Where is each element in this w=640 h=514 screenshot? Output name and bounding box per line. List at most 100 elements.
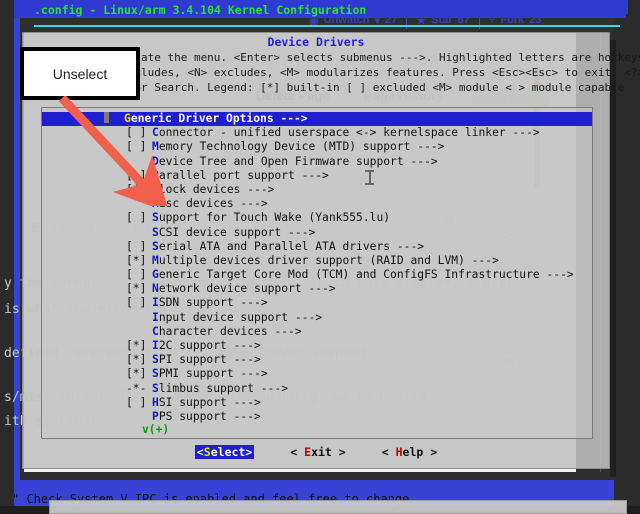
button-bracket-left: < <box>381 445 396 459</box>
submenu-arrow-icon: ---> <box>233 367 268 381</box>
submenu-arrow-icon: ---> <box>267 324 302 338</box>
button-label: elect <box>210 445 246 459</box>
menu-item-hotkey: I <box>152 339 159 352</box>
menu-list[interactable]: Generic Driver Options --->[ ] Connector … <box>41 107 593 439</box>
window-title: .config - Linux/arm 3.4.104 Kernel Confi… <box>14 2 626 18</box>
menu-item-hotkey: P <box>152 409 159 423</box>
menu-item-hotkey: S <box>152 367 159 381</box>
unselect-callout: Unselect <box>20 47 140 100</box>
menu-item-checkbox[interactable]: [ ] <box>126 268 152 282</box>
button-label: xit <box>311 445 339 459</box>
menu-item-label: ultiple devices driver support (RAID and… <box>158 253 465 267</box>
menu-item[interactable]: Generic Driver Options ---> <box>42 112 592 127</box>
menu-item[interactable]: [ ] HSI support ---> <box>42 396 592 410</box>
menu-item-checkbox[interactable]: [ ] <box>126 126 152 140</box>
menu-item-checkbox[interactable]: [*] <box>126 282 152 296</box>
menu-item-label: erial ATA and Parallel ATA drivers <box>158 239 391 253</box>
submenu-arrow-icon: ---> <box>233 296 268 310</box>
menu-item[interactable]: [*] SPMI support ---> <box>42 367 592 381</box>
menu-item-checkbox[interactable]: [ ] <box>126 140 152 154</box>
submenu-arrow-icon: ---> <box>240 182 275 196</box>
menu-item-hotkey: S <box>152 353 159 367</box>
menu-item-label: eneric Target Core Mod (TCM) and ConfigF… <box>158 268 540 282</box>
menu-item-hotkey: M <box>152 253 159 267</box>
dialog-footer-bar <box>49 500 627 514</box>
menu-item[interactable]: [*] Block devices ---> <box>42 183 592 197</box>
menu-item-hotkey: S <box>152 225 159 239</box>
menu-item[interactable]: [*] I2C support ---> <box>42 339 592 353</box>
menu-item-label: PS support <box>158 409 227 423</box>
selection-bar-icon <box>104 112 109 123</box>
submenu-arrow-icon: ---> <box>539 268 574 282</box>
menu-item-hotkey: I <box>152 296 159 310</box>
submenu-arrow-icon: ---> <box>273 112 308 125</box>
menu-item-checkbox[interactable]: [ ] <box>126 240 152 254</box>
submenu-arrow-icon: ---> <box>390 239 425 253</box>
help-button[interactable]: < Help > <box>382 445 437 459</box>
button-bracket-right: > <box>245 445 253 459</box>
submenu-arrow-icon: ---> <box>403 154 438 168</box>
menu-item[interactable]: [*] SPI support ---> <box>42 353 592 367</box>
menu-item[interactable]: [ ] Connector - unified userspace <-> ker… <box>42 126 592 140</box>
menu-item-checkbox[interactable]: -*- <box>126 382 152 396</box>
menu-item[interactable]: [ ] Parallel port support ---> <box>42 169 592 183</box>
menu-item-hotkey: N <box>152 282 159 296</box>
menu-item-label: etwork device support <box>158 282 302 296</box>
menu-item-label: lock devices <box>158 182 241 196</box>
menu-item[interactable]: PPS support ---> <box>42 410 592 424</box>
menu-item[interactable]: [*] Network device support ---> <box>42 282 592 296</box>
menu-item-checkbox[interactable]: [ ] <box>126 169 152 183</box>
menu-list-inner: Generic Driver Options --->[ ] Connector … <box>42 108 592 438</box>
select-button[interactable]: <Select> <box>194 445 255 459</box>
submenu-arrow-icon: ---> <box>301 282 336 296</box>
submenu-arrow-icon: ---> <box>288 310 323 324</box>
menu-item-hotkey: M <box>152 197 159 211</box>
menu-item-checkbox[interactable]: [*] <box>126 183 152 197</box>
menu-item-checkbox[interactable]: [ ] <box>126 211 152 225</box>
menu-item[interactable]: [*] Multiple devices driver support (RAID… <box>42 254 592 268</box>
menu-item-checkbox[interactable]: [ ] <box>126 296 152 310</box>
menu-item-hotkey: B <box>152 182 159 196</box>
submenu-arrow-icon: ---> <box>294 168 329 182</box>
menu-item-label: PI support <box>158 353 227 367</box>
menu-item-label: SDN support <box>158 296 234 310</box>
menu-item[interactable]: [ ] Support for Touch Wake (Yank555.lu) <box>42 211 592 225</box>
menu-item-checkbox[interactable]: [*] <box>126 353 152 367</box>
menu-item[interactable]: [ ] Memory Technology Device (MTD) suppor… <box>42 140 592 154</box>
menu-item-hotkey: S <box>152 211 159 225</box>
menu-item-checkbox[interactable]: [ ] <box>126 396 152 410</box>
menu-item-checkbox[interactable]: [*] <box>126 367 152 381</box>
dialog-shadow <box>610 40 616 477</box>
menu-item-label: eneric Driver Options <box>130 112 274 125</box>
menu-item-label: limbus support <box>158 381 255 395</box>
button-label: elp <box>402 445 431 459</box>
menu-item-hotkey: D <box>152 154 159 168</box>
menu-item[interactable]: [ ] ISDN support ---> <box>42 296 592 310</box>
submenu-arrow-icon: ---> <box>505 126 540 140</box>
text-cursor-icon <box>365 170 374 185</box>
menu-item[interactable]: [ ] Generic Target Core Mod (TCM) and Con… <box>42 268 592 282</box>
menu-item[interactable]: SCSI device support ---> <box>42 226 592 240</box>
menu-item[interactable]: Device Tree and Open Firmware support --… <box>42 155 592 169</box>
exit-button[interactable]: < Exit > <box>290 445 345 459</box>
button-hotkey: H <box>395 445 403 459</box>
dialog-button-row: <Select> < Exit > < Help > <box>23 445 609 459</box>
menu-item-checkbox[interactable]: [*] <box>126 254 152 268</box>
menu-item-hotkey: M <box>152 140 159 154</box>
menu-item[interactable]: -*- Slimbus support ---> <box>42 382 592 396</box>
menu-item-hotkey: P <box>152 168 159 182</box>
button-bracket-left: < <box>290 445 305 459</box>
menu-item-label: evice Tree and Open Firmware support <box>158 154 404 168</box>
menu-item-label: haracter devices <box>158 324 268 338</box>
submenu-arrow-icon: ---> <box>254 381 289 395</box>
menu-item-hotkey: S <box>152 239 159 253</box>
menu-item[interactable]: [ ] Serial ATA and Parallel ATA drivers -… <box>42 240 592 254</box>
menu-item[interactable]: Input device support ---> <box>42 311 592 325</box>
menu-item[interactable]: Misc devices ---> <box>42 197 592 211</box>
button-bracket-right: > <box>338 445 346 459</box>
menu-item-checkbox[interactable]: [*] <box>126 339 152 353</box>
menu-item-label: CSI device support <box>158 225 282 239</box>
menu-item-hotkey: C <box>152 126 159 140</box>
menu-item[interactable]: Character devices ---> <box>42 325 592 339</box>
submenu-arrow-icon: ---> <box>226 409 261 423</box>
